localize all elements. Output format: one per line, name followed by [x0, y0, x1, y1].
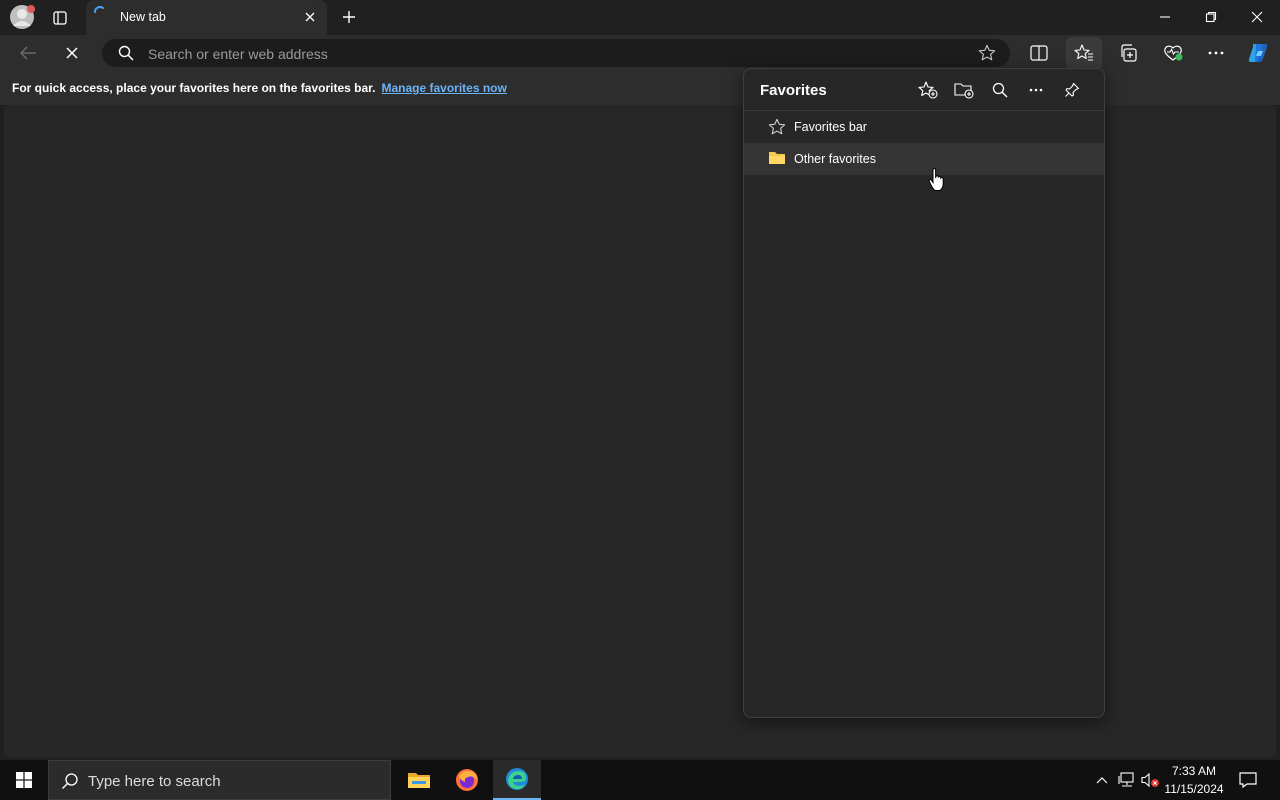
show-hidden-icons-chevron-icon[interactable]: [1092, 768, 1112, 792]
add-favorite-star-icon[interactable]: [978, 44, 996, 62]
restore-button[interactable]: [1196, 6, 1226, 28]
favorites-item-favorites-bar[interactable]: Favorites bar: [744, 111, 1104, 143]
firefox-icon[interactable]: [444, 760, 490, 800]
favorites-bar-message: For quick access, place your favorites h…: [12, 81, 507, 95]
search-favorites-icon[interactable]: [988, 79, 1012, 101]
loading-spinner-icon: [92, 4, 108, 20]
hand-cursor-icon: [928, 168, 946, 192]
minimize-button[interactable]: [1150, 6, 1180, 28]
volume-muted-icon[interactable]: [1140, 768, 1162, 792]
copilot-icon[interactable]: [1244, 39, 1272, 67]
favorites-panel-header: Favorites: [744, 69, 1104, 111]
edge-icon[interactable]: [493, 760, 541, 800]
windows-start-icon[interactable]: [0, 760, 48, 800]
close-tab-icon[interactable]: [304, 11, 316, 23]
taskbar: Type here to search 7:33 AM 11/15/2024: [0, 760, 1280, 800]
favorites-item-label: Favorites bar: [794, 120, 867, 134]
favorites-panel: Favorites Favorites bar Other favorites: [743, 68, 1105, 718]
pin-icon[interactable]: [1060, 79, 1084, 101]
more-options-icon[interactable]: [1203, 40, 1229, 66]
search-icon: [61, 772, 79, 790]
folder-icon: [768, 150, 786, 166]
network-icon[interactable]: [1116, 768, 1138, 792]
add-folder-icon[interactable]: [952, 79, 976, 101]
favorites-item-label: Other favorites: [794, 152, 876, 166]
title-bar: New tab: [0, 0, 1280, 35]
stop-loading-button[interactable]: [58, 41, 86, 65]
address-bar[interactable]: Search or enter web address: [102, 39, 1010, 67]
tab-title: New tab: [120, 10, 166, 24]
favorites-item-other-favorites[interactable]: Other favorites: [744, 143, 1104, 175]
tab-actions-icon[interactable]: [48, 6, 72, 30]
notification-center-icon[interactable]: [1234, 768, 1262, 792]
browser-essentials-icon[interactable]: [1160, 40, 1186, 66]
back-button[interactable]: [14, 41, 42, 65]
star-icon: [768, 118, 786, 136]
new-tab-button[interactable]: [336, 5, 362, 29]
navigation-toolbar: Search or enter web address: [0, 35, 1280, 71]
taskbar-search-placeholder: Type here to search: [88, 773, 221, 790]
favorites-panel-title: Favorites: [760, 82, 827, 99]
collections-icon[interactable]: [1115, 40, 1141, 66]
favorites-icon[interactable]: [1066, 37, 1102, 69]
profile-avatar[interactable]: [8, 4, 36, 30]
taskbar-search-box[interactable]: Type here to search: [48, 760, 391, 800]
taskbar-clock-time[interactable]: 7:33 AM: [1162, 764, 1226, 778]
split-screen-icon[interactable]: [1026, 40, 1052, 66]
tab-new-tab[interactable]: New tab: [86, 0, 327, 35]
close-window-button[interactable]: [1242, 6, 1272, 28]
file-explorer-icon[interactable]: [396, 760, 442, 800]
taskbar-clock-date[interactable]: 11/15/2024: [1162, 782, 1226, 796]
add-page-to-favorites-icon[interactable]: [916, 79, 940, 101]
manage-favorites-link[interactable]: Manage favorites now: [381, 81, 506, 95]
search-icon: [118, 45, 134, 61]
more-options-icon[interactable]: [1024, 79, 1048, 101]
address-placeholder: Search or enter web address: [148, 46, 328, 62]
favorites-bar-text: For quick access, place your favorites h…: [12, 81, 376, 95]
